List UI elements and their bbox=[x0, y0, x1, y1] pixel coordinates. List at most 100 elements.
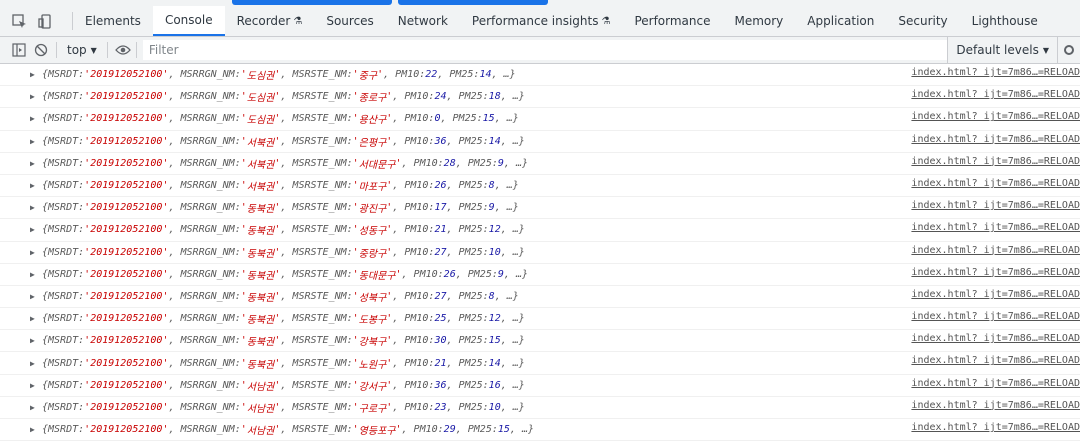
console-log-row[interactable]: ▶ {MSRDT: ' 201912052100 ', MSRRGN_NM: ' 도심권… bbox=[0, 108, 1080, 131]
sidebar-toggle-icon[interactable] bbox=[8, 39, 30, 61]
object-brace: {MSRDT: bbox=[42, 357, 85, 369]
tab-security[interactable]: Security bbox=[886, 6, 959, 36]
expand-arrow-icon[interactable]: ▶ bbox=[30, 292, 42, 301]
pm10-value: 22 bbox=[425, 69, 438, 81]
device-toolbar-icon[interactable] bbox=[36, 12, 54, 30]
log-source-link[interactable]: index.html? ijt=7m86…=RELOAD bbox=[911, 111, 1080, 122]
console-log-row[interactable]: ▶ {MSRDT: ' 201912052100 ', MSRRGN_NM: ' 동북권… bbox=[0, 352, 1080, 375]
context-selector[interactable]: top ▼ bbox=[61, 43, 103, 57]
pm25-value: 14 bbox=[488, 357, 501, 369]
msrrgn-nm-value: 서남권 bbox=[246, 426, 275, 438]
expand-arrow-icon[interactable]: ▶ bbox=[30, 248, 42, 257]
console-log-row[interactable]: ▶ {MSRDT: ' 201912052100 ', MSRRGN_NM: ' 동북권… bbox=[0, 330, 1080, 353]
log-source-link[interactable]: index.html? ijt=7m86…=RELOAD bbox=[911, 245, 1080, 256]
console-log-row[interactable]: ▶ {MSRDT: ' 201912052100 ', MSRRGN_NM: ' 서북권… bbox=[0, 175, 1080, 198]
live-expression-eye-icon[interactable] bbox=[112, 39, 134, 61]
log-source-link[interactable]: index.html? ijt=7m86…=RELOAD bbox=[911, 200, 1080, 211]
log-source-link[interactable]: index.html? ijt=7m86…=RELOAD bbox=[911, 134, 1080, 145]
console-log-row[interactable]: ▶ {MSRDT: ' 201912052100 ', MSRRGN_NM: ' 도심권… bbox=[0, 86, 1080, 109]
expand-arrow-icon[interactable]: ▶ bbox=[30, 403, 42, 412]
tab-memory[interactable]: Memory bbox=[722, 6, 795, 36]
log-source-link[interactable]: index.html? ijt=7m86…=RELOAD bbox=[911, 89, 1080, 100]
console-log-row[interactable]: ▶ {MSRDT: ' 201912052100 ', MSRRGN_NM: ' 동북권… bbox=[0, 242, 1080, 264]
console-log-row[interactable]: ▶ {MSRDT: ' 201912052100 ', MSRRGN_NM: ' 서북권… bbox=[0, 153, 1080, 175]
object-key: , MSRSTE_NM: bbox=[280, 246, 353, 258]
expand-arrow-icon[interactable]: ▶ bbox=[30, 137, 42, 146]
expand-arrow-icon[interactable]: ▶ bbox=[30, 203, 42, 212]
expand-arrow-icon[interactable]: ▶ bbox=[30, 359, 42, 368]
log-source-link[interactable]: index.html? ijt=7m86…=RELOAD bbox=[911, 267, 1080, 278]
log-source-link[interactable]: index.html? ijt=7m86…=RELOAD bbox=[911, 222, 1080, 233]
msrrgn-nm-value: 도심권 bbox=[246, 93, 275, 105]
inspect-element-icon[interactable] bbox=[10, 12, 28, 30]
log-source-link[interactable]: index.html? ijt=7m86…=RELOAD bbox=[911, 289, 1080, 300]
expand-arrow-icon[interactable]: ▶ bbox=[30, 225, 42, 234]
clear-console-icon[interactable] bbox=[30, 39, 52, 61]
tab-sources[interactable]: Sources bbox=[314, 6, 385, 36]
object-brace: , …} bbox=[500, 135, 525, 147]
msrste-nm-value: 강북구 bbox=[358, 337, 387, 349]
log-source-link[interactable]: index.html? ijt=7m86…=RELOAD bbox=[911, 422, 1080, 433]
expand-arrow-icon[interactable]: ▶ bbox=[30, 314, 42, 323]
expand-arrow-icon[interactable]: ▶ bbox=[30, 381, 42, 390]
expand-arrow-icon[interactable]: ▶ bbox=[30, 92, 42, 101]
log-levels-label: Default levels bbox=[956, 43, 1039, 57]
tab-elements[interactable]: Elements bbox=[73, 6, 153, 36]
object-key: , MSRSTE_NM: bbox=[280, 313, 353, 325]
log-source-link[interactable]: index.html? ijt=7m86…=RELOAD bbox=[911, 67, 1080, 78]
log-source-link[interactable]: index.html? ijt=7m86…=RELOAD bbox=[911, 400, 1080, 411]
object-brace: {MSRDT: bbox=[42, 290, 85, 302]
log-source-link[interactable]: index.html? ijt=7m86…=RELOAD bbox=[911, 355, 1080, 366]
console-log-row[interactable]: ▶ {MSRDT: ' 201912052100 ', MSRRGN_NM: ' 서북권… bbox=[0, 131, 1080, 153]
console-settings-gear-icon[interactable] bbox=[1057, 37, 1080, 63]
object-key: , MSRRGN_NM: bbox=[168, 268, 241, 280]
object-key: , PM25: bbox=[446, 135, 489, 147]
console-log-row[interactable]: ▶ {MSRDT: ' 201912052100 ', MSRRGN_NM: ' 동북권… bbox=[0, 219, 1080, 242]
console-log-row[interactable]: ▶ {MSRDT: ' 201912052100 ', MSRRGN_NM: ' 동북권… bbox=[0, 286, 1080, 309]
object-key: , PM10: bbox=[392, 224, 435, 236]
tab-application[interactable]: Application bbox=[795, 6, 886, 36]
object-key: , PM10: bbox=[392, 180, 435, 192]
log-source-link[interactable]: index.html? ijt=7m86…=RELOAD bbox=[911, 311, 1080, 322]
log-source-link[interactable]: index.html? ijt=7m86…=RELOAD bbox=[911, 378, 1080, 389]
console-log-row[interactable]: ▶ {MSRDT: ' 201912052100 ', MSRRGN_NM: ' 동북권… bbox=[0, 308, 1080, 331]
console-log-row[interactable]: ▶ {MSRDT: ' 201912052100 ', MSRRGN_NM: ' 동북권… bbox=[0, 264, 1080, 286]
tab-recorder[interactable]: Recorder ⚗ bbox=[225, 6, 315, 36]
expand-arrow-icon[interactable]: ▶ bbox=[30, 114, 42, 123]
log-levels-dropdown[interactable]: Default levels ▼ bbox=[947, 37, 1057, 63]
msrdt-value: 201912052100 bbox=[90, 135, 163, 147]
tab-console[interactable]: Console bbox=[152, 6, 225, 36]
console-log-row[interactable]: ▶ {MSRDT: ' 201912052100 ', MSRRGN_NM: ' 서남권… bbox=[0, 397, 1080, 419]
msrste-nm-value: 중구 bbox=[358, 71, 378, 83]
tab-performance-insights[interactable]: Performance insights ⚗ bbox=[460, 6, 623, 36]
msrdt-value: 201912052100 bbox=[90, 202, 163, 214]
log-source-link[interactable]: index.html? ijt=7m86…=RELOAD bbox=[911, 156, 1080, 167]
object-brace: {MSRDT: bbox=[42, 313, 85, 325]
object-key: , MSRRGN_NM: bbox=[168, 91, 241, 103]
expand-arrow-icon[interactable]: ▶ bbox=[30, 336, 42, 345]
log-source-link[interactable]: index.html? ijt=7m86…=RELOAD bbox=[911, 178, 1080, 189]
object-key: , MSRRGN_NM: bbox=[168, 379, 241, 391]
tab-performance[interactable]: Performance bbox=[622, 6, 722, 36]
object-key: , MSRSTE_NM: bbox=[280, 224, 353, 236]
expand-arrow-icon[interactable]: ▶ bbox=[30, 181, 42, 190]
expand-arrow-icon[interactable]: ▶ bbox=[30, 159, 42, 168]
expand-arrow-icon[interactable]: ▶ bbox=[30, 425, 42, 434]
log-source-link[interactable]: index.html? ijt=7m86…=RELOAD bbox=[911, 333, 1080, 344]
console-filter-input[interactable] bbox=[142, 40, 948, 60]
tab-lighthouse[interactable]: Lighthouse bbox=[960, 6, 1050, 36]
object-key: , MSRRGN_NM: bbox=[168, 157, 241, 169]
object-key: , PM25: bbox=[455, 424, 498, 436]
console-scrollbar[interactable] bbox=[1076, 64, 1080, 446]
devtools-tool-icons bbox=[0, 6, 72, 36]
console-log-row[interactable]: ▶ {MSRDT: ' 201912052100 ', MSRRGN_NM: ' 동북권… bbox=[0, 197, 1080, 220]
expand-arrow-icon[interactable]: ▶ bbox=[30, 270, 42, 279]
console-log-row[interactable]: ▶ {MSRDT: ' 201912052100 ', MSRRGN_NM: ' 서남권… bbox=[0, 375, 1080, 397]
expand-arrow-icon[interactable]: ▶ bbox=[30, 70, 42, 79]
console-log-row[interactable]: ▶ {MSRDT: ' 201912052100 ', MSRRGN_NM: ' 서남권… bbox=[0, 419, 1080, 442]
tab-network[interactable]: Network bbox=[386, 6, 460, 36]
console-log-row[interactable]: ▶ {MSRDT: ' 201912052100 ', MSRRGN_NM: ' 도심권… bbox=[0, 64, 1080, 87]
msrdt-value: 201912052100 bbox=[90, 69, 163, 81]
object-key: , MSRRGN_NM: bbox=[168, 357, 241, 369]
object-brace: , …} bbox=[500, 313, 525, 325]
